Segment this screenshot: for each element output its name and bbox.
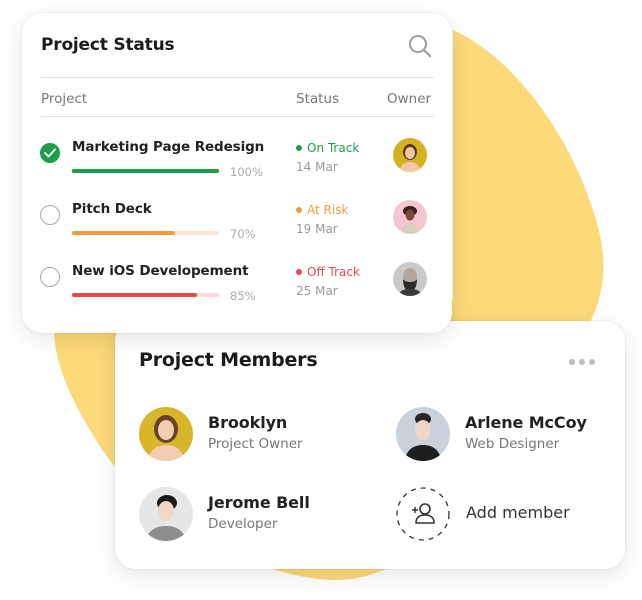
status-dot <box>296 144 302 151</box>
member-item[interactable]: Brooklyn Project Owner <box>139 407 369 463</box>
status-text: Off Track <box>307 265 360 279</box>
project-row[interactable]: Pitch Deck 70% At Risk 19 Mar <box>22 200 452 262</box>
status-badge: Off Track <box>296 265 360 279</box>
progress-bar <box>72 231 219 235</box>
add-member-button[interactable]: Add member <box>395 486 595 542</box>
progress-bar <box>72 169 219 173</box>
progress-percent: 100% <box>230 165 263 179</box>
project-name: Marketing Page Redesign <box>72 139 265 155</box>
progress-fill <box>72 169 219 173</box>
progress-fill <box>72 293 197 297</box>
status-badge: At Risk <box>296 203 348 217</box>
project-checkbox[interactable] <box>40 143 60 163</box>
status-dot <box>296 268 302 275</box>
status-text: At Risk <box>307 203 349 217</box>
owner-avatar[interactable] <box>393 262 427 296</box>
member-item[interactable]: Jerome Bell Developer <box>139 487 369 543</box>
member-avatar <box>396 407 450 461</box>
project-checkbox[interactable] <box>40 267 60 287</box>
add-member-label: Add member <box>466 503 570 522</box>
member-role: Web Designer <box>465 436 560 452</box>
progress-percent: 70% <box>230 227 256 241</box>
project-name: Pitch Deck <box>72 201 152 217</box>
member-name: Jerome Bell <box>208 493 310 512</box>
column-header-owner[interactable]: Owner <box>387 91 431 107</box>
member-avatar <box>139 407 193 461</box>
project-name: New iOS Developement <box>72 263 249 279</box>
progress-fill <box>72 231 175 235</box>
project-row[interactable]: Marketing Page Redesign 100% On Track 14… <box>22 138 452 200</box>
member-item[interactable]: Arlene McCoy Web Designer <box>396 407 626 463</box>
project-row[interactable]: New iOS Developement 85% Off Track 25 Ma… <box>22 262 452 324</box>
member-name: Brooklyn <box>208 413 288 432</box>
due-date: 14 Mar <box>296 160 338 174</box>
due-date: 25 Mar <box>296 284 338 298</box>
card-title: Project Members <box>139 349 318 371</box>
owner-avatar[interactable] <box>393 138 427 172</box>
member-role: Developer <box>208 516 278 532</box>
status-dot <box>296 206 302 213</box>
more-horizontal-icon[interactable] <box>569 355 599 369</box>
project-status-card: Project Status Project Status Owner Mark… <box>22 13 452 333</box>
divider <box>41 116 434 117</box>
card-title: Project Status <box>41 35 175 55</box>
due-date: 19 Mar <box>296 222 338 236</box>
project-members-card: Project Members Brooklyn Project Owner A… <box>115 321 625 569</box>
status-text: On Track <box>307 141 360 155</box>
project-checkbox[interactable] <box>40 205 60 225</box>
owner-avatar[interactable] <box>393 200 427 234</box>
status-badge: On Track <box>296 141 359 155</box>
progress-bar <box>72 293 219 297</box>
member-name: Arlene McCoy <box>465 413 587 432</box>
column-header-project[interactable]: Project <box>41 91 87 107</box>
progress-percent: 85% <box>230 289 256 303</box>
member-avatar <box>139 487 193 541</box>
search-icon[interactable] <box>407 33 433 59</box>
column-header-status[interactable]: Status <box>296 91 339 107</box>
member-role: Project Owner <box>208 436 303 452</box>
divider <box>41 77 434 78</box>
add-user-icon <box>396 487 450 541</box>
